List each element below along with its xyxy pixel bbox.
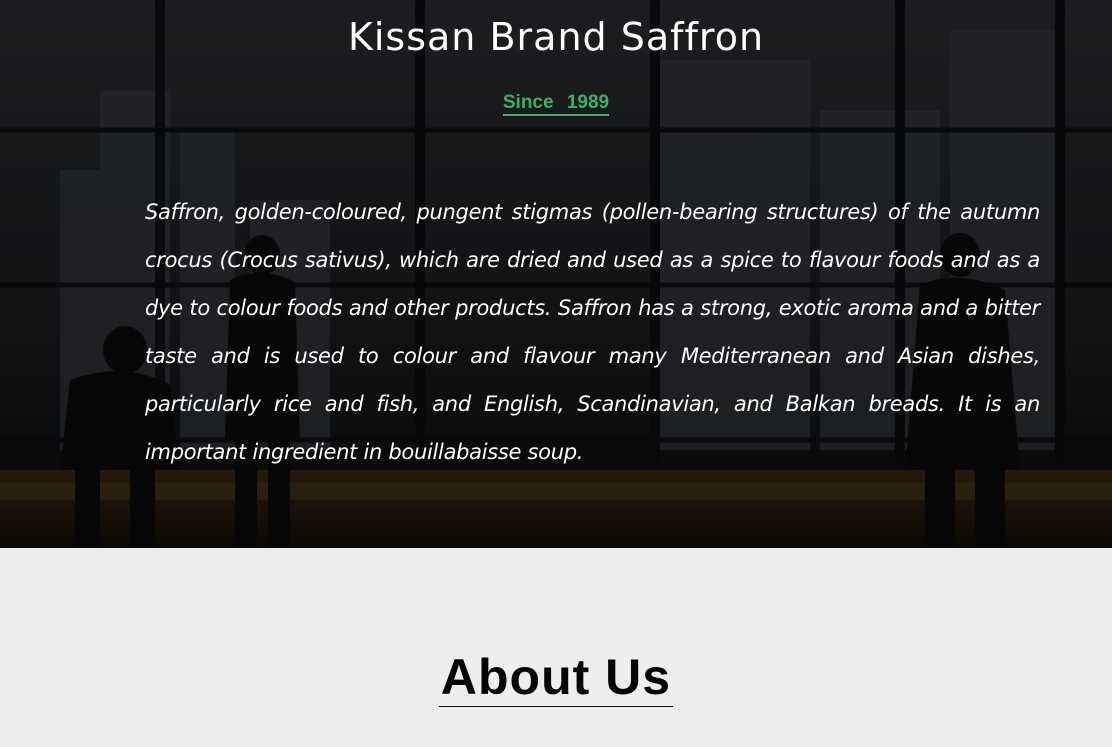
hero-section: Kissan Brand Saffron Since 1989 Saffron,…: [0, 0, 1112, 548]
saffron-description: Saffron, golden-coloured, pungent stigma…: [145, 200, 1040, 464]
hero-content: Kissan Brand Saffron Since 1989 Saffron,…: [0, 0, 1112, 548]
since-link[interactable]: Since 1989: [502, 92, 610, 116]
about-heading-container: About Us: [0, 648, 1112, 707]
about-section: About Us: [0, 548, 1112, 747]
since-container: Since 1989: [0, 92, 1112, 116]
page-title: Kissan Brand Saffron: [347, 15, 765, 59]
about-heading: About Us: [438, 649, 674, 707]
